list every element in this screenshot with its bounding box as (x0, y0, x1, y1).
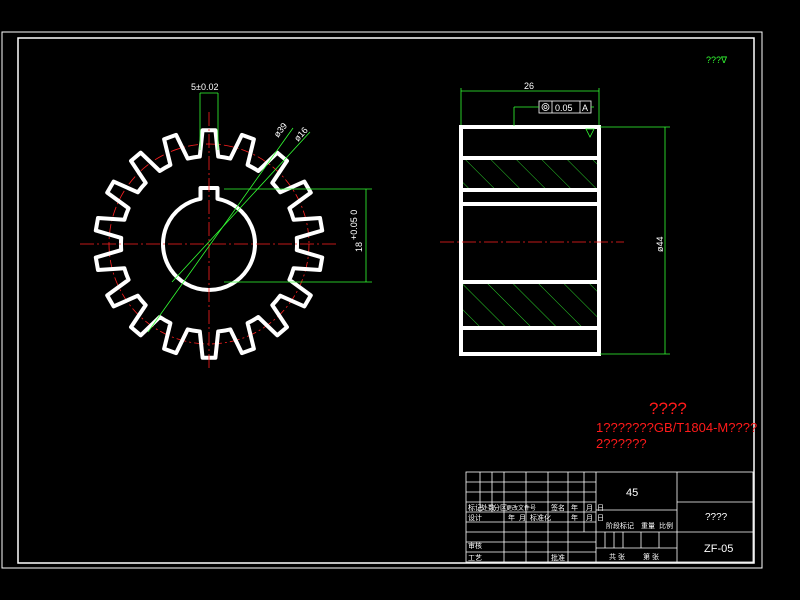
tb-r1-c6: 年 (571, 503, 578, 512)
keyway-width-dim: 5±0.02 (191, 82, 218, 92)
gear-section-view: 26 0.05 A ø44 (440, 81, 670, 354)
tb-r1-c3: 分区 (493, 503, 507, 512)
tb-sheets-total: 共 张 (609, 552, 625, 561)
gear-front-view: 5±0.02 ø39 ø16 18 +0.05 0 (80, 82, 372, 370)
tb-r1-c7: 月 (586, 504, 593, 512)
hole-diameter-dim: ø16 (292, 125, 310, 143)
keyway-depth-dim: 18 (354, 242, 364, 252)
cad-drawing: ???∇ 5±0.02 ø39 ø16 18 +0.05 0 (0, 0, 800, 600)
concentricity-icon (542, 104, 549, 111)
drawing-number: ZF-05 (704, 543, 733, 555)
requirement-line-2: 2?????? (596, 436, 647, 451)
part-name: ???? (705, 512, 728, 523)
tb-r1-c1: 标记 (468, 503, 482, 512)
section-width-dim: 26 (524, 81, 534, 91)
tb-approve-label: 批准 (551, 553, 565, 562)
tb-r1-c5: 签名 (551, 503, 565, 512)
section-od-dim: ø44 (655, 236, 665, 252)
tb-r1-c4: 更改文件号 (506, 504, 536, 512)
tb-r2-c7: 日 (597, 514, 604, 522)
section-hatch-bottom (463, 284, 598, 326)
tb-r2-c2: 年 (508, 513, 515, 522)
tb-r2-c1: 设计 (468, 513, 482, 522)
tb-scale-label: 比例 (659, 521, 673, 530)
tb-review-label: 审核 (468, 541, 482, 550)
technical-requirements: ???? 1???????GB/T1804-M???? 2?????? (596, 399, 757, 451)
tb-stage-label: 阶段标记 (606, 521, 634, 530)
corner-roughness-note: ???∇ (706, 55, 728, 65)
datum-triangle-icon (586, 129, 594, 137)
keyway-depth-tolerance: +0.05 0 (349, 210, 359, 240)
tb-r2-c4: 标准化 (530, 513, 551, 522)
tb-weight-label: 重量 (641, 522, 655, 530)
material-value: 45 (626, 487, 638, 499)
tb-r1-c8: 日 (597, 504, 604, 512)
tb-r2-c6: 月 (586, 514, 593, 522)
outer-frame (2, 32, 762, 568)
tb-r2-c5: 年 (571, 513, 578, 522)
tolerance-value: 0.05 (555, 103, 573, 113)
tb-r2-c3: 月 (519, 514, 526, 522)
tb-process-label: 工艺 (468, 554, 482, 562)
section-hatch-top (463, 160, 598, 188)
tb-sheet-number: 第 张 (643, 552, 659, 561)
title-block-text: 45 ???? ZF-05 标记 处数 分区 更改文件号 签名 年 月 日 设计… (468, 487, 733, 562)
tolerance-datum: A (582, 103, 588, 113)
requirement-line-1: 1???????GB/T1804-M???? (596, 420, 757, 435)
requirements-title: ???? (649, 399, 687, 418)
